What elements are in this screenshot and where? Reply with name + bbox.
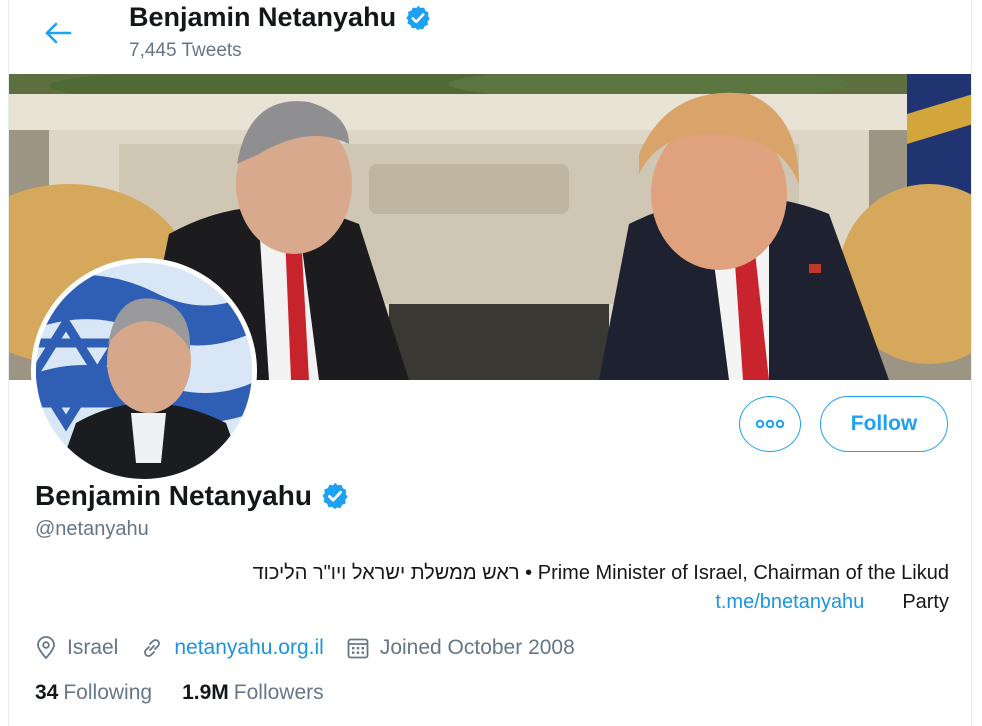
profile-avatar[interactable] [31,258,257,484]
profile-name: Benjamin Netanyahu [35,480,350,512]
bio-link[interactable]: t.me/bnetanyahu [715,591,864,613]
back-button[interactable] [39,14,77,52]
website-link[interactable]: netanyahu.org.il [174,636,323,660]
followers-label: Followers [233,681,324,704]
profile-page: Benjamin Netanyahu 7,445 Tweets Follow B… [8,0,972,726]
followers-stat[interactable]: 1.9M Followers [182,681,324,705]
more-options-icon [755,419,785,429]
link-icon [144,639,161,657]
header-name: Benjamin Netanyahu [129,2,397,32]
header-title: Benjamin Netanyahu [129,2,432,33]
website-item: netanyahu.org.il [140,636,324,660]
follow-button[interactable]: Follow [820,396,948,452]
joined-item: Joined October 2008 [346,636,575,660]
following-label: Following [63,681,153,704]
profile-meta: Israel netanyahu.org.il Joined October 2… [35,636,597,660]
profile-stats: 34 Following 1.9M Followers [35,681,354,705]
joined-text: Joined October 2008 [379,636,575,659]
profile-bio: ראש ממשלת ישראל ויו"ר הליכוד • Prime Min… [252,562,949,584]
location-text: Israel [67,636,119,659]
verified-badge-icon [406,5,430,30]
location-pin-icon [37,636,55,660]
verified-badge-icon [322,482,348,510]
profile-header-bar: Benjamin Netanyahu 7,445 Tweets [9,0,971,74]
calendar-icon [347,638,369,659]
tweet-count: 7,445 Tweets [129,40,242,61]
following-count: 34 [35,681,59,704]
more-options-button[interactable] [739,396,801,452]
bio-party-text: Party [902,591,949,613]
profile-handle: @netanyahu [35,518,149,540]
following-stat[interactable]: 34 Following [35,681,152,705]
location-item: Israel [35,636,118,660]
profile-bio-continued: t.me/bnetanyahu Party [9,591,949,614]
arrow-left-icon [45,22,72,44]
profile-name-text: Benjamin Netanyahu [35,480,312,511]
followers-count: 1.9M [182,681,229,704]
